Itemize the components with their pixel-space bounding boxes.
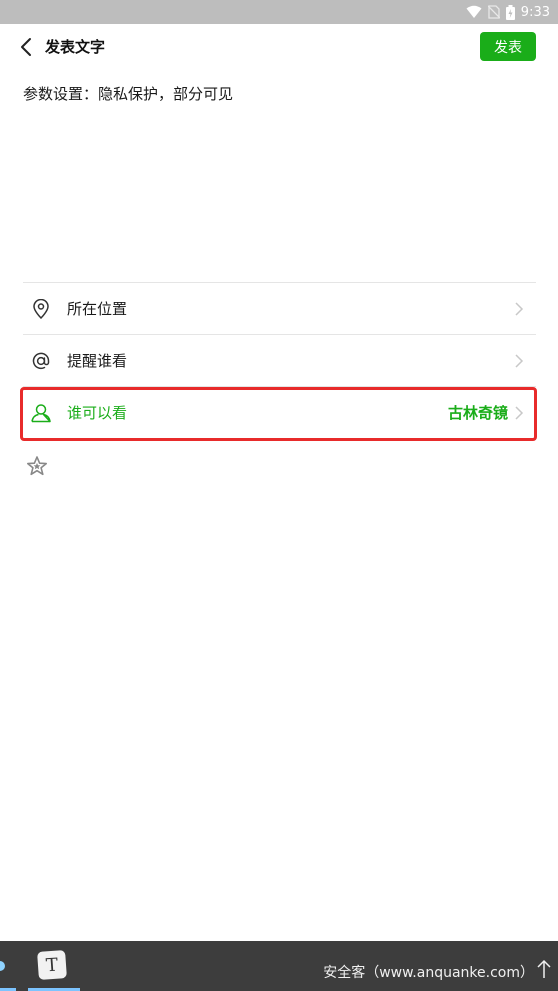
- compose-text-area[interactable]: 参数设置：隐私保护，部分可见: [23, 84, 535, 274]
- chevron-right-icon: [515, 302, 524, 316]
- taskbar-app-button[interactable]: T: [28, 941, 80, 991]
- chevron-up-icon[interactable]: [536, 959, 552, 979]
- app-partial-icon[interactable]: [0, 955, 6, 977]
- option-visibility-label: 谁可以看: [67, 404, 128, 422]
- wifi-icon: [466, 5, 482, 18]
- chevron-right-icon: [515, 354, 524, 368]
- text-app-icon: T: [37, 950, 67, 980]
- battery-charging-icon: [505, 4, 515, 20]
- taskbar: T 安全客（www.anquanke.com）: [0, 941, 558, 991]
- no-sim-icon: [487, 5, 500, 19]
- page-title: 发表文字: [45, 38, 106, 56]
- option-visibility[interactable]: 谁可以看 古林奇镜: [23, 386, 536, 438]
- chevron-left-icon: [21, 38, 31, 56]
- option-mention-label: 提醒谁看: [67, 352, 128, 370]
- watermark-text: 安全客（www.anquanke.com）: [323, 965, 534, 981]
- star-icon[interactable]: [25, 454, 49, 478]
- status-bar: 9:33: [0, 0, 558, 24]
- chevron-right-icon: [515, 406, 524, 420]
- option-location[interactable]: 所在位置: [23, 282, 536, 334]
- status-icons: 9:33: [466, 3, 550, 21]
- at-icon: [28, 349, 54, 373]
- options-list: 所在位置 提醒谁看 谁可以看 古林奇镜: [23, 282, 536, 438]
- option-visibility-value: 古林奇镜: [447, 404, 508, 422]
- option-mention[interactable]: 提醒谁看: [23, 334, 536, 386]
- back-button[interactable]: [14, 35, 38, 59]
- header: 发表文字 发表: [0, 24, 558, 70]
- status-time: 9:33: [520, 4, 550, 20]
- publish-button[interactable]: 发表: [480, 32, 536, 61]
- option-location-label: 所在位置: [67, 300, 128, 318]
- person-icon: [28, 401, 54, 425]
- location-pin-icon: [28, 297, 54, 321]
